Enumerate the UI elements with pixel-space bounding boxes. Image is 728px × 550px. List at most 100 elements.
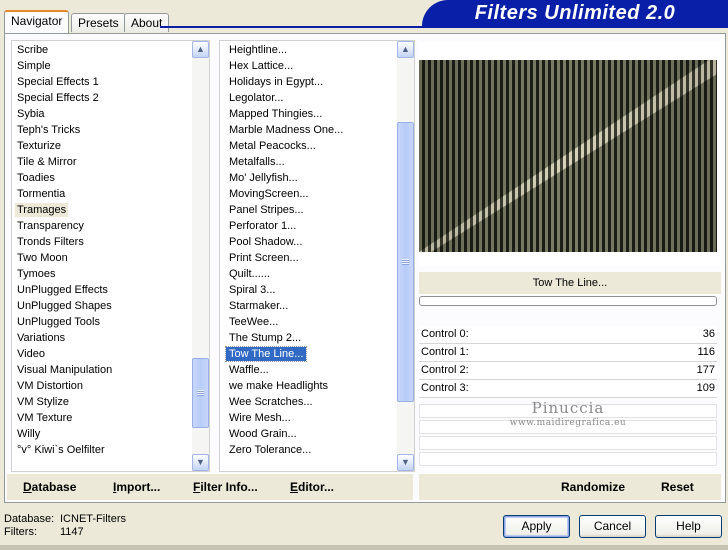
preview-image[interactable] [419, 60, 717, 252]
watermark-url: www.maidiregrafica.eu [509, 418, 627, 428]
list-item[interactable]: Tronds Filters [12, 234, 192, 250]
list-item[interactable]: Zero Tolerance... [220, 442, 397, 458]
list-item[interactable]: Tile & Mirror [12, 154, 192, 170]
control-2-row[interactable]: Control 2: 177 [419, 362, 717, 380]
list-item-label: Sybia [17, 108, 45, 120]
tab-navigator[interactable]: Navigator [4, 10, 70, 33]
import-button[interactable]: Import... [113, 480, 160, 494]
cancel-button[interactable]: Cancel [579, 515, 646, 538]
list-item[interactable]: Mo' Jellyfish... [220, 170, 397, 186]
list-item[interactable]: Special Effects 2 [12, 90, 192, 106]
list-item[interactable]: Two Moon [12, 250, 192, 266]
list-item[interactable]: Wee Scratches... [220, 394, 397, 410]
scroll-up-icon[interactable]: ▲ [192, 41, 209, 58]
list-item[interactable]: Toadies [12, 170, 192, 186]
list-item[interactable]: Waffle... [220, 362, 397, 378]
list-item[interactable]: Sybia [12, 106, 192, 122]
list-item[interactable]: Legolator... [220, 90, 397, 106]
list-item[interactable]: Print Screen... [220, 250, 397, 266]
list-item[interactable]: Metal Peacocks... [220, 138, 397, 154]
tab-about[interactable]: About [124, 13, 170, 32]
watermark-name: Pinuccia [531, 399, 605, 417]
scroll-up-icon[interactable]: ▲ [397, 41, 414, 58]
list-item[interactable]: UnPlugged Tools [12, 314, 192, 330]
scroll-down-icon[interactable]: ▼ [397, 454, 414, 471]
list-item-label: Willy [17, 428, 41, 440]
list-item-label: Legolator... [229, 92, 284, 104]
list-item[interactable]: Simple [12, 58, 192, 74]
editor-button[interactable]: Editor... [290, 480, 334, 494]
list-item[interactable]: Wood Grain... [220, 426, 397, 442]
list-item[interactable]: UnPlugged Effects [12, 282, 192, 298]
list-item[interactable]: Hex Lattice... [220, 58, 397, 74]
control-3-row[interactable]: Control 3: 109 [419, 380, 717, 398]
list-item-label: VM Texture [17, 412, 73, 424]
list-item-label: Mapped Thingies... [229, 108, 323, 120]
list-item[interactable]: Holidays in Egypt... [220, 74, 397, 90]
list-item-label: The Stump 2... [229, 332, 302, 344]
list-item-label: Metal Peacocks... [229, 140, 316, 152]
list-item[interactable]: Mapped Thingies... [220, 106, 397, 122]
list-item[interactable]: Heightline... [220, 42, 397, 58]
list-item[interactable]: TeeWee... [220, 314, 397, 330]
list-item[interactable]: Panel Stripes... [220, 202, 397, 218]
list-item-label: Variations [17, 332, 66, 344]
list-item[interactable]: °v° Kiwi`s Oelfilter [12, 442, 192, 458]
list-item[interactable]: VM Distortion [12, 378, 192, 394]
list-item[interactable]: Visual Manipulation [12, 362, 192, 378]
list-item[interactable]: Spiral 3... [220, 282, 397, 298]
reset-button[interactable]: Reset [661, 480, 694, 494]
list-item[interactable]: MovingScreen... [220, 186, 397, 202]
filter-info-button[interactable]: Filter Info... [193, 480, 258, 494]
category-list[interactable]: Scribe Simple Special Effects 1 Special Eff… [11, 40, 210, 472]
scroll-down-icon[interactable]: ▼ [192, 454, 209, 471]
list-item-label: Transparency [17, 220, 84, 232]
help-button[interactable]: Help [655, 515, 722, 538]
list-item[interactable]: Teph's Tricks [12, 122, 192, 138]
list-item[interactable]: Tramages [12, 202, 192, 218]
list-item[interactable]: Starmaker... [220, 298, 397, 314]
list-item[interactable]: Video [12, 346, 192, 362]
control-0-row[interactable]: Control 0: 36 [419, 326, 717, 344]
list-item-label: Visual Manipulation [17, 364, 113, 376]
randomize-button[interactable]: Randomize [561, 480, 625, 494]
control-1-row[interactable]: Control 1: 116 [419, 344, 717, 362]
list-item-label: Hex Lattice... [229, 60, 294, 72]
list-item[interactable]: Metalfalls... [220, 154, 397, 170]
list-item[interactable]: Marble Madness One... [220, 122, 397, 138]
category-scrollbar[interactable]: ▲ ▼ [192, 41, 209, 471]
list-item[interactable]: Pool Shadow... [220, 234, 397, 250]
list-item[interactable]: Perforator 1... [220, 218, 397, 234]
list-item[interactable]: Special Effects 1 [12, 74, 192, 90]
list-item[interactable]: The Stump 2... [220, 330, 397, 346]
filter-scrollbar[interactable]: ▲ ▼ [397, 41, 414, 471]
list-item-label: UnPlugged Effects [17, 284, 108, 296]
list-item-label: Tile & Mirror [17, 156, 77, 168]
list-item[interactable]: we make Headlights [220, 378, 397, 394]
list-item[interactable]: Tow The Line... [220, 346, 397, 362]
list-item[interactable]: Variations [12, 330, 192, 346]
filter-scroll-thumb[interactable] [397, 121, 414, 402]
list-item-label: UnPlugged Shapes [17, 300, 112, 312]
list-item[interactable]: Tormentia [12, 186, 192, 202]
database-button-label: Database [23, 480, 77, 494]
list-item[interactable]: Texturize [12, 138, 192, 154]
list-item[interactable]: Quilt...... [220, 266, 397, 282]
list-item[interactable]: VM Texture [12, 410, 192, 426]
filter-list[interactable]: Heightline... Hex Lattice... Holidays in E… [219, 40, 415, 472]
list-item[interactable]: Wire Mesh... [220, 410, 397, 426]
list-item[interactable]: Willy [12, 426, 192, 442]
list-item-label: Special Effects 1 [17, 76, 99, 88]
list-item-label: Tramages [15, 203, 69, 217]
database-button[interactable]: Database [23, 480, 76, 494]
list-item[interactable]: VM Stylize [12, 394, 192, 410]
list-item-label: Zero Tolerance... [229, 444, 312, 456]
apply-button[interactable]: Apply [503, 515, 570, 538]
list-item[interactable]: Tymoes [12, 266, 192, 282]
list-item[interactable]: UnPlugged Shapes [12, 298, 192, 314]
category-scroll-thumb[interactable] [192, 357, 209, 428]
list-item[interactable]: Scribe [12, 42, 192, 58]
tab-presets[interactable]: Presets [71, 13, 126, 32]
list-item[interactable]: Transparency [12, 218, 192, 234]
control-0-value: 36 [702, 328, 715, 340]
